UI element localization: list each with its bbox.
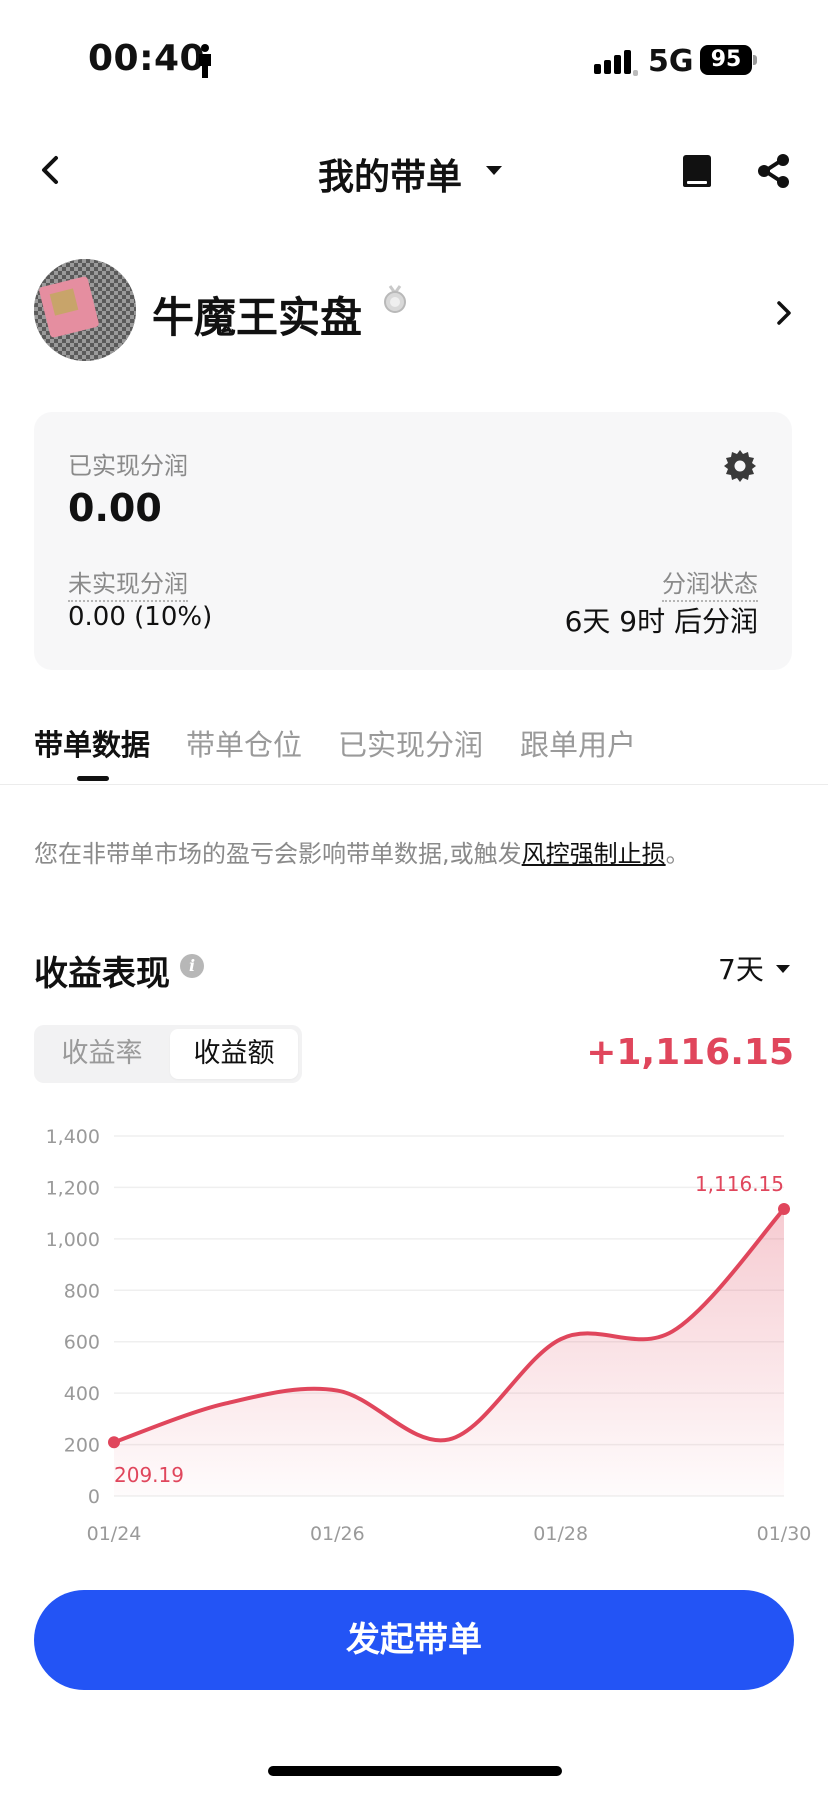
tabs-divider xyxy=(0,784,828,785)
y-tick-label: 1,200 xyxy=(46,1177,100,1199)
x-tick-label: 01/30 xyxy=(757,1523,812,1545)
x-tick-label: 01/28 xyxy=(533,1523,588,1545)
end-point xyxy=(778,1202,790,1215)
notice-suffix: 。 xyxy=(665,840,690,868)
notice-text: 您在非带单市场的盈亏会影响带单数据,或触发 xyxy=(34,840,522,868)
status-time: 00:40 xyxy=(88,38,206,79)
profile-name[interactable]: 牛魔王实盘 xyxy=(152,284,362,345)
risk-stop-loss-link[interactable]: 风控强制止损 xyxy=(522,840,666,868)
tab-copy-data[interactable]: 带单数据 xyxy=(34,722,150,764)
network-label: 5G xyxy=(648,44,694,79)
end-value-label: 1,116.15 xyxy=(695,1172,784,1196)
y-tick-label: 1,000 xyxy=(46,1229,100,1251)
total-return-amount: +1,116.15 xyxy=(586,1032,794,1073)
x-tick-label: 01/26 xyxy=(310,1523,365,1545)
profit-share-card: 已实现分润 0.00 未实现分润 0.00 (10%) 分润状态 6天 9时 后… xyxy=(34,412,792,670)
chevron-right-icon[interactable] xyxy=(772,298,796,328)
segment-return-amount[interactable]: 收益额 xyxy=(170,1029,298,1079)
avatar-image xyxy=(34,259,136,361)
start-point xyxy=(108,1436,120,1449)
tab-realized-share[interactable]: 已实现分润 xyxy=(338,722,483,764)
title-dropdown-caret-icon[interactable] xyxy=(486,166,502,175)
y-tick-label: 1,400 xyxy=(46,1126,100,1148)
start-value-label: 209.19 xyxy=(114,1463,184,1487)
realized-share-value: 0.00 xyxy=(68,486,162,530)
share-icon[interactable] xyxy=(756,152,792,190)
status-bar: 00:40 5G 95 xyxy=(0,0,828,120)
home-indicator xyxy=(268,1766,562,1776)
battery-tip xyxy=(753,55,757,65)
area-fill xyxy=(114,1208,784,1496)
silver-medal-icon xyxy=(384,285,406,313)
person-icon xyxy=(199,44,211,78)
y-tick-label: 0 xyxy=(88,1486,100,1508)
avatar[interactable] xyxy=(34,259,136,361)
unrealized-share-label[interactable]: 未实现分润 xyxy=(68,564,188,602)
risk-notice: 您在非带单市场的盈亏会影响带单数据,或触发风控强制止损。 xyxy=(34,834,690,869)
unrealized-share-value: 0.00 (10%) xyxy=(68,602,213,632)
active-tab-indicator xyxy=(77,776,109,781)
x-tick-label: 01/24 xyxy=(87,1523,142,1545)
y-tick-label: 400 xyxy=(64,1383,100,1405)
signal-icon xyxy=(594,50,638,76)
y-tick-label: 200 xyxy=(64,1435,100,1457)
tab-bar: 带单数据 带单仓位 已实现分润 跟单用户 xyxy=(34,722,794,782)
gear-icon[interactable] xyxy=(722,448,758,484)
tab-copy-positions[interactable]: 带单仓位 xyxy=(186,722,302,764)
metric-segmented-control: 收益率 收益额 xyxy=(34,1025,302,1083)
book-icon[interactable] xyxy=(680,152,714,190)
return-area-chart: 0 200 400 600 800 1,000 1,200 1,400 01/24 01/26 01… xyxy=(46,1126,812,1545)
realized-share-label: 已实现分润 xyxy=(68,452,188,480)
share-status-label[interactable]: 分润状态 xyxy=(662,564,758,602)
page-title[interactable]: 我的带单 xyxy=(318,148,462,200)
period-dropdown-caret-icon[interactable] xyxy=(776,965,790,973)
battery-level: 95 xyxy=(700,45,752,75)
y-tick-label: 800 xyxy=(64,1280,100,1302)
back-arrow-icon[interactable] xyxy=(36,150,66,190)
battery-icon: 95 xyxy=(700,45,757,75)
segment-return-rate[interactable]: 收益率 xyxy=(38,1029,166,1079)
info-icon[interactable]: i xyxy=(180,954,204,978)
tab-followers[interactable]: 跟单用户 xyxy=(520,722,636,764)
start-copy-trading-button[interactable]: 发起带单 xyxy=(34,1590,794,1690)
performance-title: 收益表现 xyxy=(34,954,170,994)
y-tick-label: 600 xyxy=(64,1332,100,1354)
share-status-value: 6天 9时 后分润 xyxy=(564,605,758,638)
period-selector[interactable]: 7天 xyxy=(718,948,764,988)
